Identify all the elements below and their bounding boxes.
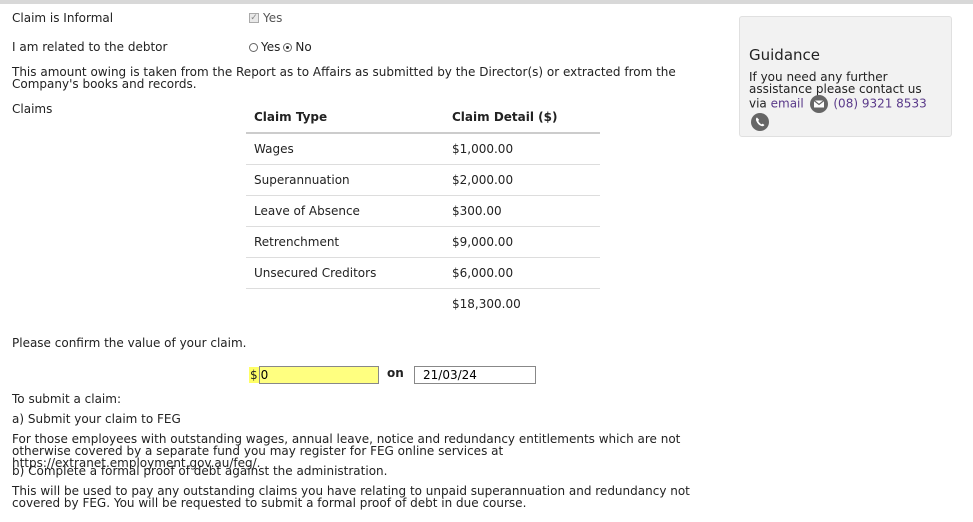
phone-icon[interactable] (751, 113, 769, 131)
related-yes-label[interactable]: Yes (261, 40, 280, 54)
guidance-contact-text: If you need any further assistance pleas… (749, 70, 922, 96)
top-border (0, 0, 973, 4)
envelope-icon[interactable] (809, 95, 828, 113)
informal-value: Yes (263, 11, 283, 25)
claim-amount-cell: $1,000.00 (444, 133, 600, 165)
email-link[interactable]: email (771, 97, 804, 111)
claim-amount-cell: $9,000.00 (444, 226, 600, 258)
guidance-text: If you need any further assistance pleas… (749, 71, 949, 131)
related-label: I am related to the debtor (12, 40, 168, 54)
table-row: Retrenchment $9,000.00 (246, 226, 600, 258)
claims-table: Claim Type Claim Detail ($) Wages $1,000… (246, 101, 600, 319)
table-row: Unsecured Creditors $6,000.00 (246, 257, 600, 289)
column-header-claim-type: Claim Type (246, 101, 444, 134)
claim-type-cell: Leave of Absence (246, 195, 444, 227)
submit-heading: To submit a claim: (12, 392, 121, 406)
informal-field: ✓ Yes (249, 11, 282, 25)
claim-date-input[interactable] (414, 366, 536, 384)
amount-note: This amount owing is taken from the Repo… (12, 65, 676, 91)
claim-amount-cell: $6,000.00 (444, 257, 600, 289)
guidance-panel: Guidance If you need any further assista… (739, 16, 952, 137)
column-header-claim-detail: Claim Detail ($) (444, 101, 600, 134)
table-row: Superannuation $2,000.00 (246, 164, 600, 196)
claim-amount-input[interactable] (258, 366, 379, 384)
related-no-label[interactable]: No (295, 40, 311, 54)
claim-amount-field: $ (249, 366, 379, 384)
claim-type-cell: Retrenchment (246, 226, 444, 258)
total-label-cell (246, 289, 444, 320)
total-amount-cell: $18,300.00 (452, 297, 521, 311)
on-label: on (387, 366, 404, 380)
table-row: Wages $1,000.00 (246, 133, 600, 165)
claims-label: Claims (12, 102, 53, 116)
phone-link[interactable]: (08) 9321 8533 (833, 97, 926, 111)
step-a-label: a) Submit your claim to FEG (12, 412, 181, 426)
claim-type-cell: Wages (246, 133, 444, 165)
informal-label: Claim is Informal (12, 11, 114, 25)
guidance-via: via (749, 96, 767, 111)
step-b-label: b) Complete a formal proof of debt again… (12, 464, 388, 478)
claims-table-header: Claim Type Claim Detail ($) (246, 101, 600, 134)
step-a-detail-text: For those employees with outstanding wag… (12, 432, 681, 458)
related-no-radio[interactable] (283, 42, 293, 52)
confirm-prompt: Please confirm the value of your claim. (12, 336, 247, 350)
table-row: Leave of Absence $300.00 (246, 195, 600, 227)
claim-type-cell: Unsecured Creditors (246, 257, 444, 289)
claim-amount-cell: $300.00 (444, 195, 600, 227)
step-b-detail: This will be used to pay any outstanding… (12, 484, 690, 510)
currency-symbol: $ (249, 367, 259, 383)
informal-checkbox[interactable]: ✓ (249, 13, 259, 23)
table-total-row: $18,300.00 (246, 289, 600, 320)
guidance-title: Guidance (749, 46, 820, 64)
related-yes-radio[interactable] (249, 42, 258, 52)
related-radio-group: Yes No (249, 40, 312, 54)
claim-amount-cell: $2,000.00 (444, 164, 600, 196)
claim-type-cell: Superannuation (246, 164, 444, 196)
